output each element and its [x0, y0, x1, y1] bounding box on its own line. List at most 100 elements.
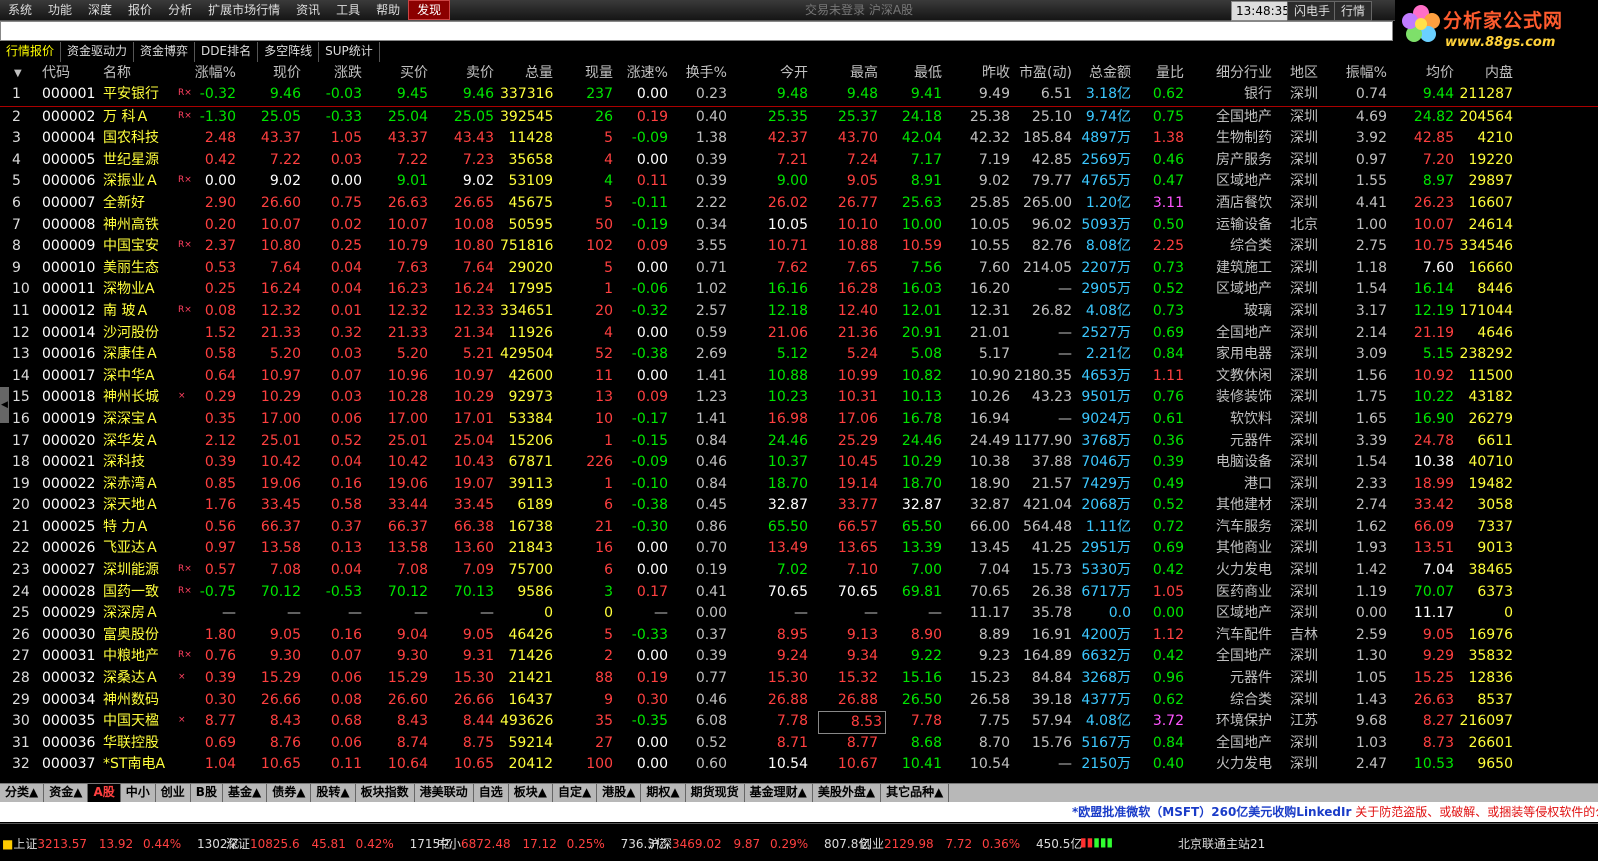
table-row[interactable]: 11 000012 南 玻Ａ 0.08 12.32 0.01 12.32 12.33 33465…: [0, 301, 1598, 323]
cy-index[interactable]: 创业2129.98 7.72 0.36% 450.5亿: [860, 835, 1082, 852]
table-row[interactable]: 1 000001 平安银行 -0.32 9.46 -0.03 9.45 9.46 337316 2…: [0, 84, 1598, 107]
column-header-price[interactable]: 现价: [244, 63, 301, 84]
sh-index[interactable]: ■上证3213.57 13.92 0.44% 1302亿: [2, 835, 240, 852]
column-header-low[interactable]: 最低: [882, 63, 942, 84]
column-header-area[interactable]: 地区: [1290, 63, 1330, 84]
menu-item[interactable]: 扩展市场行情: [200, 0, 288, 20]
bottom-tab-2[interactable]: A股: [88, 784, 121, 802]
discover-button[interactable]: 发现: [408, 0, 451, 20]
column-header-vr[interactable]: 量比: [1140, 63, 1184, 84]
column-header-code[interactable]: 代码: [42, 63, 100, 84]
bottom-tab-3[interactable]: 中小: [121, 784, 156, 802]
table-row[interactable]: 12 000014 沙河股份 1.52 21.33 0.32 21.33 21.34 11926…: [0, 323, 1598, 345]
table-row[interactable]: 23 000027 深圳能源 0.57 7.08 0.04 7.08 7.09 75700 6 0.…: [0, 560, 1598, 582]
bottom-tab-6[interactable]: 基金▲: [223, 784, 268, 802]
bottom-tab-10[interactable]: 港美联动: [415, 784, 474, 802]
column-header-high[interactable]: 最高: [818, 63, 878, 84]
table-row[interactable]: 21 000025 特 力Ａ 0.56 66.37 0.37 66.37 66.38 16738…: [0, 517, 1598, 539]
tab-5[interactable]: SUP统计: [319, 42, 380, 62]
tab-3[interactable]: DDE排名: [195, 42, 259, 62]
table-row[interactable]: 18 000021 深科技 0.39 10.42 0.04 10.42 10.43 67871 2…: [0, 452, 1598, 474]
news-text[interactable]: *欧盟批准微软（MSFT）260亿美元收购LinkedIr 关于防范盗版、或破解…: [1072, 802, 1598, 822]
server-status[interactable]: 北京联通主站21: [1178, 835, 1265, 852]
quote-button[interactable]: 行情: [1334, 1, 1373, 21]
menu-item[interactable]: 报价: [120, 0, 160, 20]
column-header-amt[interactable]: 总金额: [1075, 63, 1131, 84]
column-header-avg[interactable]: 均价: [1394, 63, 1454, 84]
menu-item[interactable]: 帮助: [368, 0, 408, 20]
table-row[interactable]: 14 000017 深中华A 0.64 10.97 0.07 10.96 10.97 42600…: [0, 366, 1598, 388]
table-row[interactable]: 6 000007 全新好 2.90 26.60 0.75 26.63 26.65 45675 5 -…: [0, 193, 1598, 215]
column-header-pe[interactable]: 市盈(动): [1010, 63, 1072, 84]
menu-item[interactable]: 工具: [328, 0, 368, 20]
table-row[interactable]: 17 000020 深华发Ａ 2.12 25.01 0.52 25.01 25.04 15206…: [0, 431, 1598, 453]
table-row[interactable]: 13 000016 深康佳Ａ 0.58 5.20 0.03 5.20 5.21 429504 52…: [0, 344, 1598, 366]
column-header-bid[interactable]: 买价: [371, 63, 428, 84]
bottom-tab-5[interactable]: B股: [191, 784, 223, 802]
table-row[interactable]: 28 000032 深桑达Ａ 0.39 15.29 0.06 15.29 15.30 21421…: [0, 668, 1598, 690]
table-row[interactable]: 29 000034 神州数码 0.30 26.66 0.08 26.60 26.66 16437…: [0, 690, 1598, 712]
table-row[interactable]: 19 000022 深赤湾Ａ 0.85 19.06 0.16 19.06 19.07 39113…: [0, 474, 1598, 496]
flash-trade-button[interactable]: 闪电手: [1287, 1, 1338, 21]
column-header-name[interactable]: 名称: [103, 63, 175, 84]
table-row[interactable]: 30 000035 中国天楹 8.77 8.43 0.68 8.43 8.44 493626 35…: [0, 711, 1598, 735]
bottom-tab-11[interactable]: 自选: [474, 784, 509, 802]
column-header-vol[interactable]: 总量: [500, 63, 553, 84]
column-header-ask[interactable]: 卖价: [437, 63, 494, 84]
table-row[interactable]: 8 000009 中国宝安 2.37 10.80 0.25 10.79 10.80 751816…: [0, 236, 1598, 258]
zx-index[interactable]: 中小6872.48 17.12 0.25% 736.3亿: [437, 835, 667, 852]
news-ticker[interactable]: *欧盟批准微软（MSFT）260亿美元收购LinkedIr 关于防范盗版、或破解…: [0, 802, 1598, 822]
bottom-tab-7[interactable]: 债券▲: [267, 784, 312, 802]
bottom-tab-12[interactable]: 板块▲: [509, 784, 553, 802]
column-header-chg[interactable]: 涨幅%: [184, 63, 236, 84]
bottom-tab-16[interactable]: 期货现货: [686, 784, 745, 802]
command-input[interactable]: [0, 21, 1393, 41]
table-row[interactable]: 22 000026 飞亚达Ａ 0.97 13.58 0.13 13.58 13.60 21843…: [0, 538, 1598, 560]
bottom-tab-18[interactable]: 美股外盘▲: [813, 784, 882, 802]
table-row[interactable]: 25 000029 深深房Ａ — — — — —0 0—0.00— — —11.17 35.78 0.0…: [0, 603, 1598, 625]
tab-1[interactable]: 资金驱动力: [61, 42, 135, 62]
column-header-ind[interactable]: 细分行业: [1192, 63, 1272, 84]
column-header-turn[interactable]: 换手%: [680, 63, 727, 84]
table-row[interactable]: 2 000002 万 科Ａ -1.30 25.05 -0.33 25.04 25.05 3925…: [0, 107, 1598, 129]
news-red[interactable]: 关于防范盗版、或破解、或捆装等侵权软件的公告: [1355, 805, 1598, 819]
bottom-tab-19[interactable]: 其它品种▲: [881, 784, 950, 802]
menu-item[interactable]: 深度: [80, 0, 120, 20]
bottom-tab-4[interactable]: 创业: [156, 784, 191, 802]
table-row[interactable]: 20 000023 深天地Ａ 1.76 33.45 0.58 33.44 33.45 6189 6…: [0, 495, 1598, 517]
tab-0[interactable]: 行情报价: [0, 42, 62, 62]
table-row[interactable]: 16 000019 深深宝Ａ 0.35 17.00 0.06 17.00 17.01 53384…: [0, 409, 1598, 431]
bottom-tab-1[interactable]: 资金▲: [44, 784, 89, 802]
table-row[interactable]: 26 000030 富奥股份 1.80 9.05 0.16 9.04 9.05 46426 5 -0…: [0, 625, 1598, 647]
bottom-tab-8[interactable]: 股转▲: [311, 784, 356, 802]
bottom-tab-14[interactable]: 港股▲: [597, 784, 642, 802]
collapse-left-icon[interactable]: ◀: [0, 387, 9, 423]
logo-url[interactable]: www.88gs.com: [1445, 35, 1555, 50]
table-row[interactable]: 7 000008 神州高铁 0.20 10.07 0.02 10.07 10.08 50595 5…: [0, 215, 1598, 237]
column-header-inner[interactable]: 内盘: [1450, 63, 1513, 84]
table-row[interactable]: 32 000037 *ST南电A 1.04 10.65 0.11 10.64 10.65 204…: [0, 754, 1598, 776]
bottom-tab-0[interactable]: 分类▲: [0, 784, 45, 802]
column-header-amp[interactable]: 振幅%: [1342, 63, 1387, 84]
column-header-cur[interactable]: 现量: [565, 63, 613, 84]
table-row[interactable]: 15 000018 神州长城 0.29 10.29 0.03 10.28 10.29 92973…: [0, 387, 1598, 409]
menu-item[interactable]: 分析: [160, 0, 200, 20]
column-header-spd[interactable]: 涨速%: [620, 63, 668, 84]
table-row[interactable]: 24 000028 国药一致 -0.75 70.12 -0.53 70.12 70.13 958…: [0, 582, 1598, 604]
menu-item[interactable]: 功能: [40, 0, 80, 20]
table-row[interactable]: 10 000011 深物业A 0.25 16.24 0.04 16.23 16.24 17995…: [0, 279, 1598, 301]
table-row[interactable]: 3 000004 国农科技 2.48 43.37 1.05 43.37 43.43 11428 5…: [0, 128, 1598, 150]
table-row[interactable]: 27 000031 中粮地产 0.76 9.30 0.07 9.30 9.31 71426 2 0.…: [0, 646, 1598, 668]
table-row[interactable]: 31 000036 华联控股 0.69 8.76 0.06 8.74 8.75 59214 27 0…: [0, 733, 1598, 755]
sz-index[interactable]: 深证10825.6 45.81 0.42% 1715亿: [226, 835, 452, 852]
bottom-tab-9[interactable]: 板块指数: [356, 784, 415, 802]
hs-index[interactable]: 沪深3469.02 9.87 0.29% 807.8亿: [648, 835, 870, 852]
sort-down-icon[interactable]: ▼: [14, 63, 22, 84]
table-row[interactable]: 9 000010 美丽生态 0.53 7.64 0.04 7.63 7.64 29020 5 0.0…: [0, 258, 1598, 280]
table-row[interactable]: 5 000006 深振业Ａ 0.00 9.02 0.00 9.01 9.02 53109 4 0.1…: [0, 171, 1598, 193]
news-blue[interactable]: *欧盟批准微软（MSFT）260亿美元收购LinkedIr: [1072, 805, 1351, 819]
bottom-tab-17[interactable]: 基金理财▲: [745, 784, 813, 802]
column-header-prev[interactable]: 昨收: [950, 63, 1010, 84]
bottom-tab-13[interactable]: 自定▲: [553, 784, 598, 802]
column-header-open[interactable]: 今开: [748, 63, 808, 84]
